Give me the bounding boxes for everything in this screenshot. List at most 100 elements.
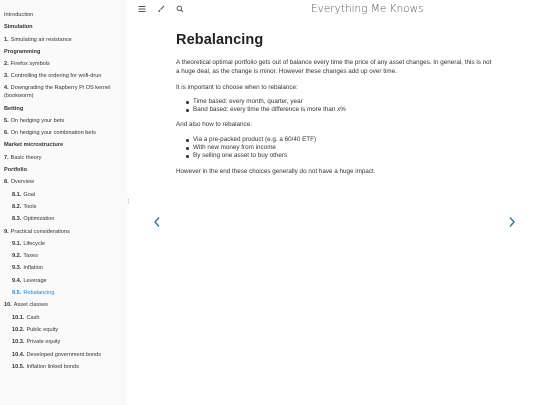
- toc-item-label: Portfolio: [4, 167, 27, 174]
- toc-item-number: 8.3.: [12, 216, 22, 223]
- toc-item-label: Controlling the ordering for wofi-drun: [10, 73, 102, 80]
- toc-item-label: Basic theory: [10, 154, 42, 161]
- toc-item[interactable]: 5. On hedging your bets: [0, 115, 127, 127]
- toc-item-label: Tools: [23, 203, 37, 210]
- toc-item-number: 9.: [4, 228, 9, 235]
- toc-item-number: 8.: [4, 179, 9, 186]
- toc-item[interactable]: 4. Downgrading the Rapberry Pi OS kernel …: [0, 83, 127, 103]
- toc-item-label: On hedging your combination bets: [10, 130, 96, 137]
- toc-item-label: Developed government bonds: [26, 351, 102, 358]
- toc-item-label: Programming: [4, 48, 41, 55]
- toc-item[interactable]: 7. Basic theory: [0, 152, 127, 164]
- list-item: Band based: every time the difference is…: [185, 106, 496, 114]
- toc-item-number: 8.2.: [12, 203, 22, 210]
- list-item: With new money from income: [185, 144, 496, 152]
- toc-item[interactable]: 9.4. Leverage: [0, 275, 127, 287]
- toc-item[interactable]: 8.2. Tools: [0, 201, 127, 213]
- brush-icon[interactable]: [156, 5, 166, 15]
- toc-item[interactable]: 10.4. Developed government bonds: [0, 349, 127, 361]
- chevron-right-icon: [509, 217, 515, 227]
- toc-item[interactable]: 3. Controlling the ordering for wofi-drun: [0, 70, 127, 82]
- toc-item[interactable]: 6. On hedging your combination bets: [0, 127, 127, 139]
- intro-paragraph: A theoretical optimal portfolio gets out…: [176, 59, 492, 76]
- toc-item-label: Downgrading the Rapberry Pi OS kernel (b…: [4, 84, 111, 100]
- toc-item-label: Firefox symbols: [10, 61, 50, 68]
- toc-item-label: Overview: [10, 179, 34, 186]
- toc-item[interactable]: 9.1. Lifecycle: [0, 238, 127, 250]
- toc-item-number: 3.: [4, 73, 9, 80]
- toc-item-number: 7.: [4, 154, 9, 161]
- toc-item-number: 4.: [4, 84, 9, 91]
- next-chapter-button[interactable]: [492, 212, 532, 234]
- toc-item-label: Public equity: [26, 326, 59, 333]
- toc-item-label: Optimization: [23, 216, 55, 223]
- toc-item-label: Lifecycle: [23, 240, 46, 247]
- toc-item[interactable]: 8.1. Goal: [0, 189, 127, 201]
- toc-item-number: 8.1.: [12, 191, 22, 198]
- toc-item[interactable]: 2. Firefox symbols: [0, 58, 127, 70]
- toc-item[interactable]: Introduction: [0, 9, 127, 21]
- toc-item-number: 10.: [4, 302, 12, 309]
- toc-item-number: 10.5.: [12, 363, 25, 370]
- toc-item-label: Simulation: [4, 24, 33, 31]
- conclusion-paragraph: However in the end these choices general…: [176, 167, 376, 175]
- toc-item-number: 9.4.: [12, 277, 22, 284]
- toc-item-label: Market microstructure: [4, 142, 64, 149]
- chevron-left-icon: [154, 217, 160, 227]
- toc-item[interactable]: 8. Overview: [0, 176, 127, 188]
- toc-item-label: Practical considerations: [10, 228, 70, 235]
- toc-item-label: Simulating air resistance: [10, 36, 72, 43]
- toc-item-number: 9.5.: [12, 290, 22, 297]
- toc-item[interactable]: 10.1. Cash: [0, 312, 127, 324]
- sidebar-resize-handle[interactable]: ⁝: [127, 197, 131, 207]
- toc-item[interactable]: 9.3. Inflation: [0, 262, 127, 274]
- toc-item-label: Private equity: [26, 339, 61, 346]
- toc-part-title: Portfolio: [0, 164, 127, 176]
- toc-item-label: Betting: [4, 105, 24, 112]
- toc-item-label: On hedging your bets: [10, 117, 65, 124]
- toc-item-label: Cash: [26, 314, 40, 321]
- when-list: Time based: every month, quarter, year B…: [176, 98, 496, 115]
- toc-item-number: 6.: [4, 130, 9, 137]
- search-icon[interactable]: [175, 5, 185, 15]
- toc-item-number: 2.: [4, 61, 9, 68]
- toc-item-label: Goal: [23, 191, 36, 198]
- menu-bar: Everything Me Knows: [131, 0, 540, 22]
- toc-item[interactable]: 1. Simulating air resistance: [0, 34, 127, 46]
- toc-item[interactable]: 9. Practical considerations: [0, 226, 127, 238]
- book-title: Everything Me Knows: [311, 3, 424, 15]
- toc-item-label: Rebalancing: [23, 290, 55, 297]
- toc-item[interactable]: 10.3. Private equity: [0, 336, 127, 348]
- toc-item[interactable]: 10. Asset classes: [0, 299, 127, 311]
- toc-item[interactable]: 9.5. Rebalancing: [0, 287, 127, 299]
- toc-item-number: 9.2.: [12, 253, 22, 260]
- toc-item-number: 1.: [4, 36, 9, 43]
- when-paragraph: It is important to choose when to rebala…: [176, 83, 298, 91]
- menu-icon[interactable]: [137, 5, 147, 15]
- toc-item-label: Inflation linked bonds: [26, 363, 80, 370]
- toc-part-title: Market microstructure: [0, 139, 127, 151]
- how-paragraph: And also how to rebalance:: [176, 121, 252, 129]
- how-list: Via a pre-packed product (e.g. a 60/40 E…: [176, 136, 496, 161]
- toc-item[interactable]: 9.2. Taxes: [0, 250, 127, 262]
- sidebar-toc: Introduction Simulation 1. Simulating air r…: [0, 0, 127, 405]
- toc-item[interactable]: 8.3. Optimization: [0, 213, 127, 225]
- toc-item[interactable]: 10.5. Inflation linked bonds: [0, 361, 127, 373]
- previous-chapter-button[interactable]: [137, 212, 177, 234]
- toc-item-number: 10.4.: [12, 351, 25, 358]
- page-content: Rebalancing A theoretical optimal portfo…: [176, 32, 496, 182]
- toc-item-number: 10.1.: [12, 314, 25, 321]
- toc-part-title: Simulation: [0, 21, 127, 33]
- toc-item-number: 5.: [4, 117, 9, 124]
- page-title: Rebalancing: [176, 32, 264, 48]
- toc-part-title: Betting: [0, 103, 127, 115]
- toc-item[interactable]: 10.2. Public equity: [0, 324, 127, 336]
- toc-item-label: Taxes: [23, 253, 38, 260]
- toc-item-label: Inflation: [23, 265, 43, 272]
- list-item: Time based: every month, quarter, year: [185, 98, 496, 106]
- toc-item-label: Asset classes: [13, 302, 48, 309]
- toc-item-label: Leverage: [23, 277, 47, 284]
- toc-item-number: 10.2.: [12, 326, 25, 333]
- toc-item-number: 10.3.: [12, 339, 25, 346]
- toc-part-title: Programming: [0, 46, 127, 58]
